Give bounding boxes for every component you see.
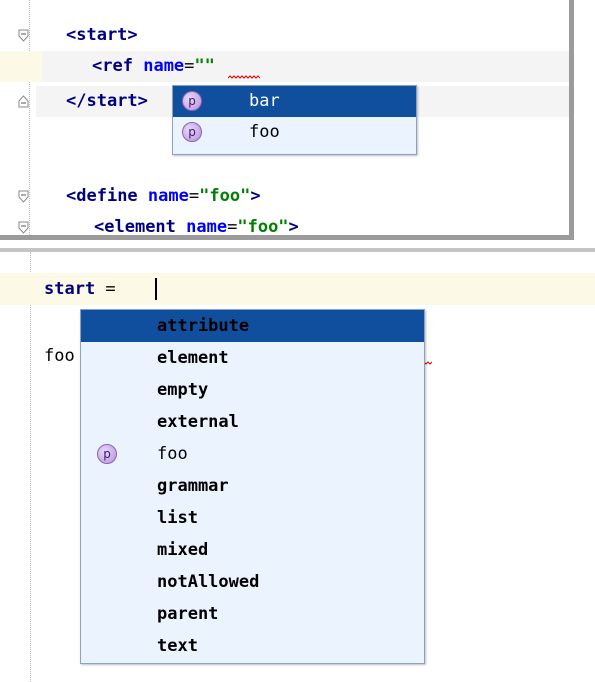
pattern-icon: p [97, 444, 117, 464]
completion-label: list [157, 508, 198, 528]
completion-label: mixed [157, 540, 209, 560]
completion-item-element[interactable]: element [81, 342, 424, 374]
completion-label: parent [157, 604, 219, 624]
completion-item-foo[interactable]: p foo [81, 438, 424, 470]
completion-label: text [157, 636, 198, 656]
completion-item-attribute[interactable]: attribute [81, 310, 424, 342]
text-caret [155, 278, 157, 300]
error-squiggle [424, 361, 432, 365]
completion-item-grammar[interactable]: grammar [81, 470, 424, 502]
completion-popup[interactable]: attribute element empty external p foo g… [80, 309, 425, 664]
completion-label: attribute [157, 316, 250, 336]
completion-item-empty[interactable]: empty [81, 374, 424, 406]
completion-item-list[interactable]: list [81, 502, 424, 534]
completion-label: foo [157, 444, 188, 464]
rnc-editor-panel[interactable]: start = foo attribute element empty exte… [0, 248, 595, 682]
completion-item-foo[interactable]: p foo [173, 117, 416, 148]
completion-label: empty [157, 380, 209, 400]
start-open-tag: <start> [66, 25, 138, 45]
completion-label: notAllowed [157, 572, 260, 592]
completion-item-external[interactable]: external [81, 406, 424, 438]
xml-editor-panel[interactable]: <start> <ref name="" </start> <define na… [0, 0, 574, 240]
fold-collapse-icon[interactable] [18, 190, 29, 203]
code-line-5[interactable]: <define name="foo"> [0, 181, 569, 212]
pattern-icon: p [182, 122, 202, 142]
partial-identifier: foo [44, 346, 75, 366]
current-line-gutter-highlight [0, 51, 42, 82]
completion-item-bar[interactable]: p bar [173, 86, 416, 117]
error-squiggle [228, 75, 260, 79]
completion-label: external [157, 412, 239, 432]
completion-item-notallowed[interactable]: notAllowed [81, 566, 424, 598]
code-line-2[interactable]: <ref name="" [42, 51, 569, 82]
completion-item-text[interactable]: text [81, 630, 424, 662]
completion-label: element [157, 348, 229, 368]
fold-end-icon[interactable] [18, 95, 29, 108]
completion-popup[interactable]: p bar p foo [172, 85, 417, 155]
code-line-1[interactable]: <start> [0, 20, 569, 51]
ref-element: <ref name="" [92, 56, 215, 76]
completion-item-mixed[interactable]: mixed [81, 534, 424, 566]
fold-collapse-icon[interactable] [18, 29, 29, 42]
code-line-6[interactable]: <element name="foo"> [0, 212, 569, 235]
start-definition: start = [44, 279, 116, 299]
start-close-tag: </start> [66, 91, 148, 111]
completion-label: bar [249, 91, 280, 111]
fold-collapse-icon[interactable] [18, 221, 29, 234]
completion-item-parent[interactable]: parent [81, 598, 424, 630]
completion-label: foo [249, 122, 280, 142]
completion-label: grammar [157, 476, 229, 496]
code-line-1[interactable]: start = [0, 273, 595, 305]
pattern-icon: p [182, 91, 202, 111]
